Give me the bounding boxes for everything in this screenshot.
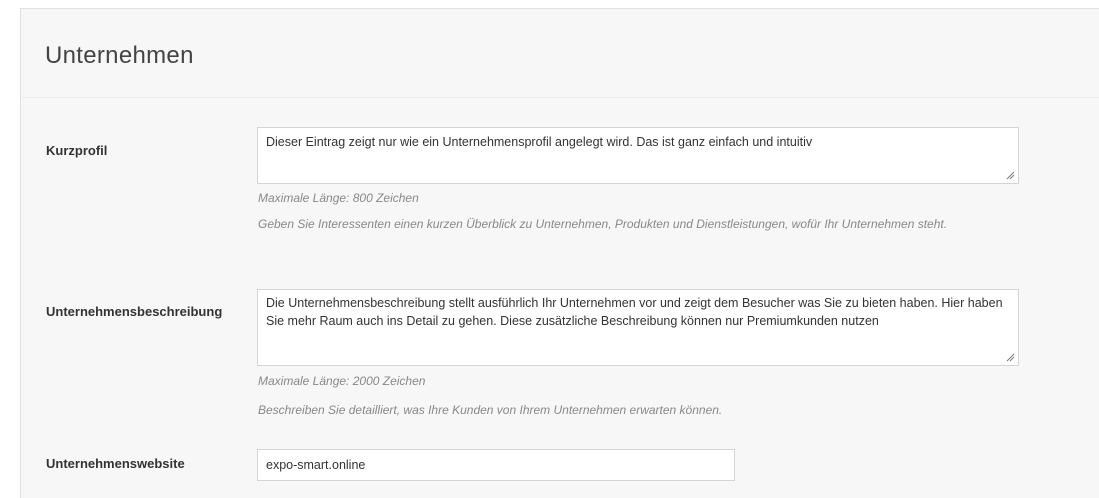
beschreibung-label: Unternehmensbeschreibung xyxy=(46,304,223,319)
kurzprofil-max-length: Maximale Länge: 800 Zeichen xyxy=(258,191,419,205)
beschreibung-help: Beschreiben Sie detailliert, was Ihre Ku… xyxy=(258,403,723,417)
kurzprofil-label: Kurzprofil xyxy=(46,143,108,158)
beschreibung-max-length: Maximale Länge: 2000 Zeichen xyxy=(258,374,426,388)
title-divider xyxy=(22,97,1099,98)
kurzprofil-text: Dieser Eintrag zeigt nur wie ein Unterne… xyxy=(266,135,813,149)
website-input[interactable]: expo-smart.online xyxy=(257,449,735,481)
website-label: Unternehmenswebsite xyxy=(46,456,185,471)
beschreibung-textarea[interactable]: Die Unternehmensbeschreibung stellt ausf… xyxy=(257,289,1019,366)
company-section-panel: Unternehmen Kurzprofil Dieser Eintrag ze… xyxy=(20,8,1099,498)
kurzprofil-textarea[interactable]: Dieser Eintrag zeigt nur wie ein Unterne… xyxy=(257,127,1019,184)
kurzprofil-help: Geben Sie Interessenten einen kurzen Übe… xyxy=(258,217,948,231)
section-title: Unternehmen xyxy=(45,42,194,69)
beschreibung-text: Die Unternehmensbeschreibung stellt ausf… xyxy=(266,296,1003,328)
resize-handle-icon[interactable] xyxy=(1005,170,1015,180)
resize-handle-icon[interactable] xyxy=(1005,352,1015,362)
